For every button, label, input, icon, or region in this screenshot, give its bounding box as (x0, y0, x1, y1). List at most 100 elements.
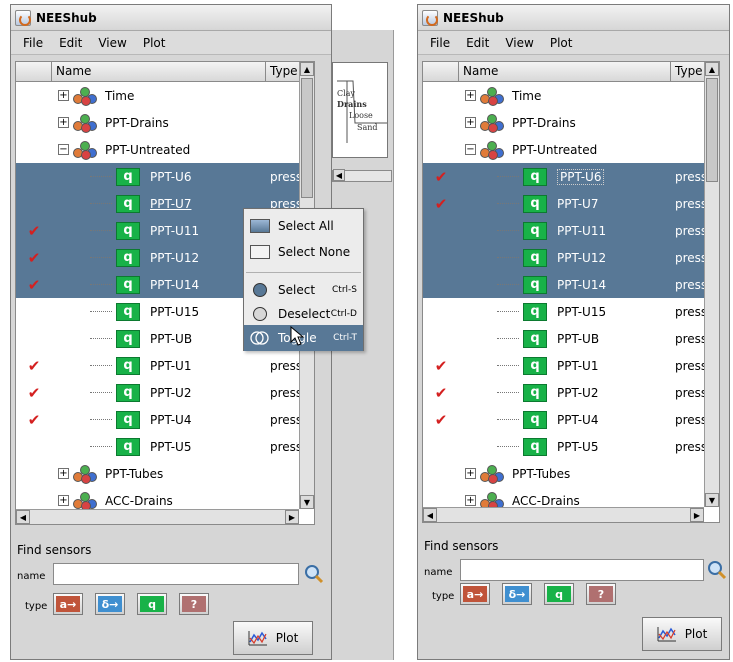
checkbox-column-header[interactable] (423, 62, 459, 81)
scroll-right-icon[interactable]: ▶ (690, 508, 704, 522)
collapse-icon[interactable]: − (58, 144, 69, 155)
menu-select-none[interactable]: Select None (244, 239, 363, 265)
type-filter-unknown-button[interactable]: ? (586, 583, 616, 605)
check-cell[interactable]: ✔ (16, 411, 52, 429)
tree-sensor-row[interactable]: ✔ q PPT-U2 pressu (423, 379, 719, 406)
menu-file[interactable]: File (422, 36, 458, 50)
scroll-thumb[interactable] (706, 78, 718, 182)
scroll-left-icon[interactable]: ◀ (333, 169, 345, 181)
menu-select[interactable]: Select Ctrl-S (244, 277, 363, 303)
name-search-input[interactable] (53, 563, 299, 585)
menu-view[interactable]: View (90, 36, 134, 50)
expand-icon[interactable]: + (465, 90, 476, 101)
menu-plot[interactable]: Plot (135, 36, 174, 50)
checkbox-column-header[interactable] (16, 62, 52, 81)
tree-group-row[interactable]: + Time (423, 82, 719, 109)
tree-group-row[interactable]: + PPT-Tubes (423, 460, 719, 487)
check-cell[interactable]: ✔ (423, 357, 459, 375)
pressure-sensor-icon: q (116, 275, 140, 294)
plot-button[interactable]: Plot (642, 617, 722, 651)
tree-sensor-row[interactable]: q PPT-U12 pressu (423, 244, 719, 271)
collapse-icon[interactable]: − (465, 144, 476, 155)
preview-scrollbar[interactable]: ◀ (332, 169, 392, 182)
check-cell[interactable]: ✔ (423, 411, 459, 429)
tree-connector (90, 365, 112, 366)
type-filter-pressure-button[interactable]: q (137, 593, 167, 615)
tree-sensor-row[interactable]: qPPT-UBpressu (423, 325, 719, 352)
horizontal-scrollbar[interactable]: ◀ ▶ (16, 509, 299, 524)
expand-icon[interactable]: + (58, 117, 69, 128)
scroll-up-icon[interactable]: ▲ (705, 62, 719, 76)
tree-name-cell: q PPT-U1 (459, 352, 671, 379)
check-cell[interactable]: ✔ (423, 168, 459, 186)
menu-deselect[interactable]: Deselect Ctrl-D (244, 301, 363, 327)
tree-connector (90, 284, 112, 285)
menu-edit[interactable]: Edit (458, 36, 497, 50)
tree-item-label: PPT-U11 (557, 223, 607, 238)
expand-icon[interactable]: + (58, 90, 69, 101)
tree-sensor-row[interactable]: ✔ q PPT-U1 pressu (423, 352, 719, 379)
expand-icon[interactable]: + (465, 117, 476, 128)
scroll-right-icon[interactable]: ▶ (285, 510, 299, 524)
tree-group-row[interactable]: + PPT-Tubes (16, 460, 314, 487)
horizontal-scrollbar[interactable]: ◀ ▶ (423, 507, 704, 522)
scroll-down-icon[interactable]: ▼ (300, 495, 314, 509)
tree-group-row[interactable]: − PPT-Untreated (423, 136, 719, 163)
scroll-left-icon[interactable]: ◀ (423, 508, 437, 522)
scroll-thumb[interactable] (301, 78, 313, 198)
tree-sensor-row[interactable]: q PPT-U14 pressu (423, 271, 719, 298)
tree-sensor-row[interactable]: q PPT-U6 pressu (16, 163, 314, 190)
expand-icon[interactable]: + (58, 495, 69, 506)
menu-file[interactable]: File (15, 36, 51, 50)
check-cell[interactable]: ✔ (16, 357, 52, 375)
check-cell[interactable]: ✔ (423, 195, 459, 213)
menu-select-all[interactable]: Select All (244, 213, 363, 239)
tree-sensor-row[interactable]: ✔ q PPT-U1 pressu (16, 352, 314, 379)
type-filter-unknown-button[interactable]: ? (179, 593, 209, 615)
check-cell[interactable]: ✔ (16, 384, 52, 402)
type-filter-displacement-button[interactable]: δ→ (95, 593, 125, 615)
menu-edit[interactable]: Edit (51, 36, 90, 50)
tree-sensor-row[interactable]: qPPT-U15pressu (423, 298, 719, 325)
type-filter-acceleration-button[interactable]: a→ (460, 583, 490, 605)
search-icon[interactable] (706, 559, 728, 581)
menu-bar: File Edit View Plot (418, 31, 729, 55)
tree-group-row[interactable]: + Time (16, 82, 314, 109)
tree-sensor-row[interactable]: ✔ q PPT-U6 pressu (423, 163, 719, 190)
expand-icon[interactable]: + (465, 468, 476, 479)
tree-group-row[interactable]: − PPT-Untreated (16, 136, 314, 163)
name-search-input[interactable] (460, 559, 704, 581)
check-cell[interactable]: ✔ (16, 249, 52, 267)
type-filter-displacement-button[interactable]: δ→ (502, 583, 532, 605)
scroll-left-icon[interactable]: ◀ (16, 510, 30, 524)
tree-group-row[interactable]: + PPT-Drains (16, 109, 314, 136)
plot-button[interactable]: Plot (233, 621, 313, 655)
menu-view[interactable]: View (497, 36, 541, 50)
expand-icon[interactable]: + (465, 495, 476, 506)
expand-icon[interactable]: + (58, 468, 69, 479)
scroll-up-icon[interactable]: ▲ (300, 62, 314, 76)
tree-sensor-row[interactable]: q PPT-U5 pressu (16, 433, 314, 460)
menu-plot[interactable]: Plot (542, 36, 581, 50)
tree-sensor-row[interactable]: ✔ q PPT-U4 pressu (16, 406, 314, 433)
tree-sensor-row[interactable]: ✔ q PPT-U2 pressu (16, 379, 314, 406)
tree-group-row[interactable]: + PPT-Drains (423, 109, 719, 136)
pressure-sensor-icon: q (523, 167, 547, 186)
tree-sensor-row[interactable]: q PPT-U11 pressu (423, 217, 719, 244)
search-icon[interactable] (303, 563, 325, 585)
check-cell[interactable]: ✔ (16, 276, 52, 294)
tree-item-label: PPT-U15 (150, 304, 200, 319)
scroll-down-icon[interactable]: ▼ (705, 493, 719, 507)
check-cell[interactable]: ✔ (423, 384, 459, 402)
name-column-header[interactable]: Name (52, 62, 266, 81)
type-filter-acceleration-button[interactable]: a→ (53, 593, 83, 615)
tree-rows: + Time + PPT-Drains − PPT-Untreated ✔ q PPT-U6 pr… (423, 82, 719, 514)
checkmark-icon: ✔ (434, 383, 448, 402)
name-column-header[interactable]: Name (459, 62, 671, 81)
check-cell[interactable]: ✔ (16, 222, 52, 240)
vertical-scrollbar[interactable]: ▲ ▼ (704, 62, 719, 507)
tree-sensor-row[interactable]: ✔ q PPT-U4 pressu (423, 406, 719, 433)
type-filter-pressure-button[interactable]: q (544, 583, 574, 605)
tree-sensor-row[interactable]: ✔ q PPT-U7 pressu (423, 190, 719, 217)
tree-sensor-row[interactable]: q PPT-U5 pressu (423, 433, 719, 460)
